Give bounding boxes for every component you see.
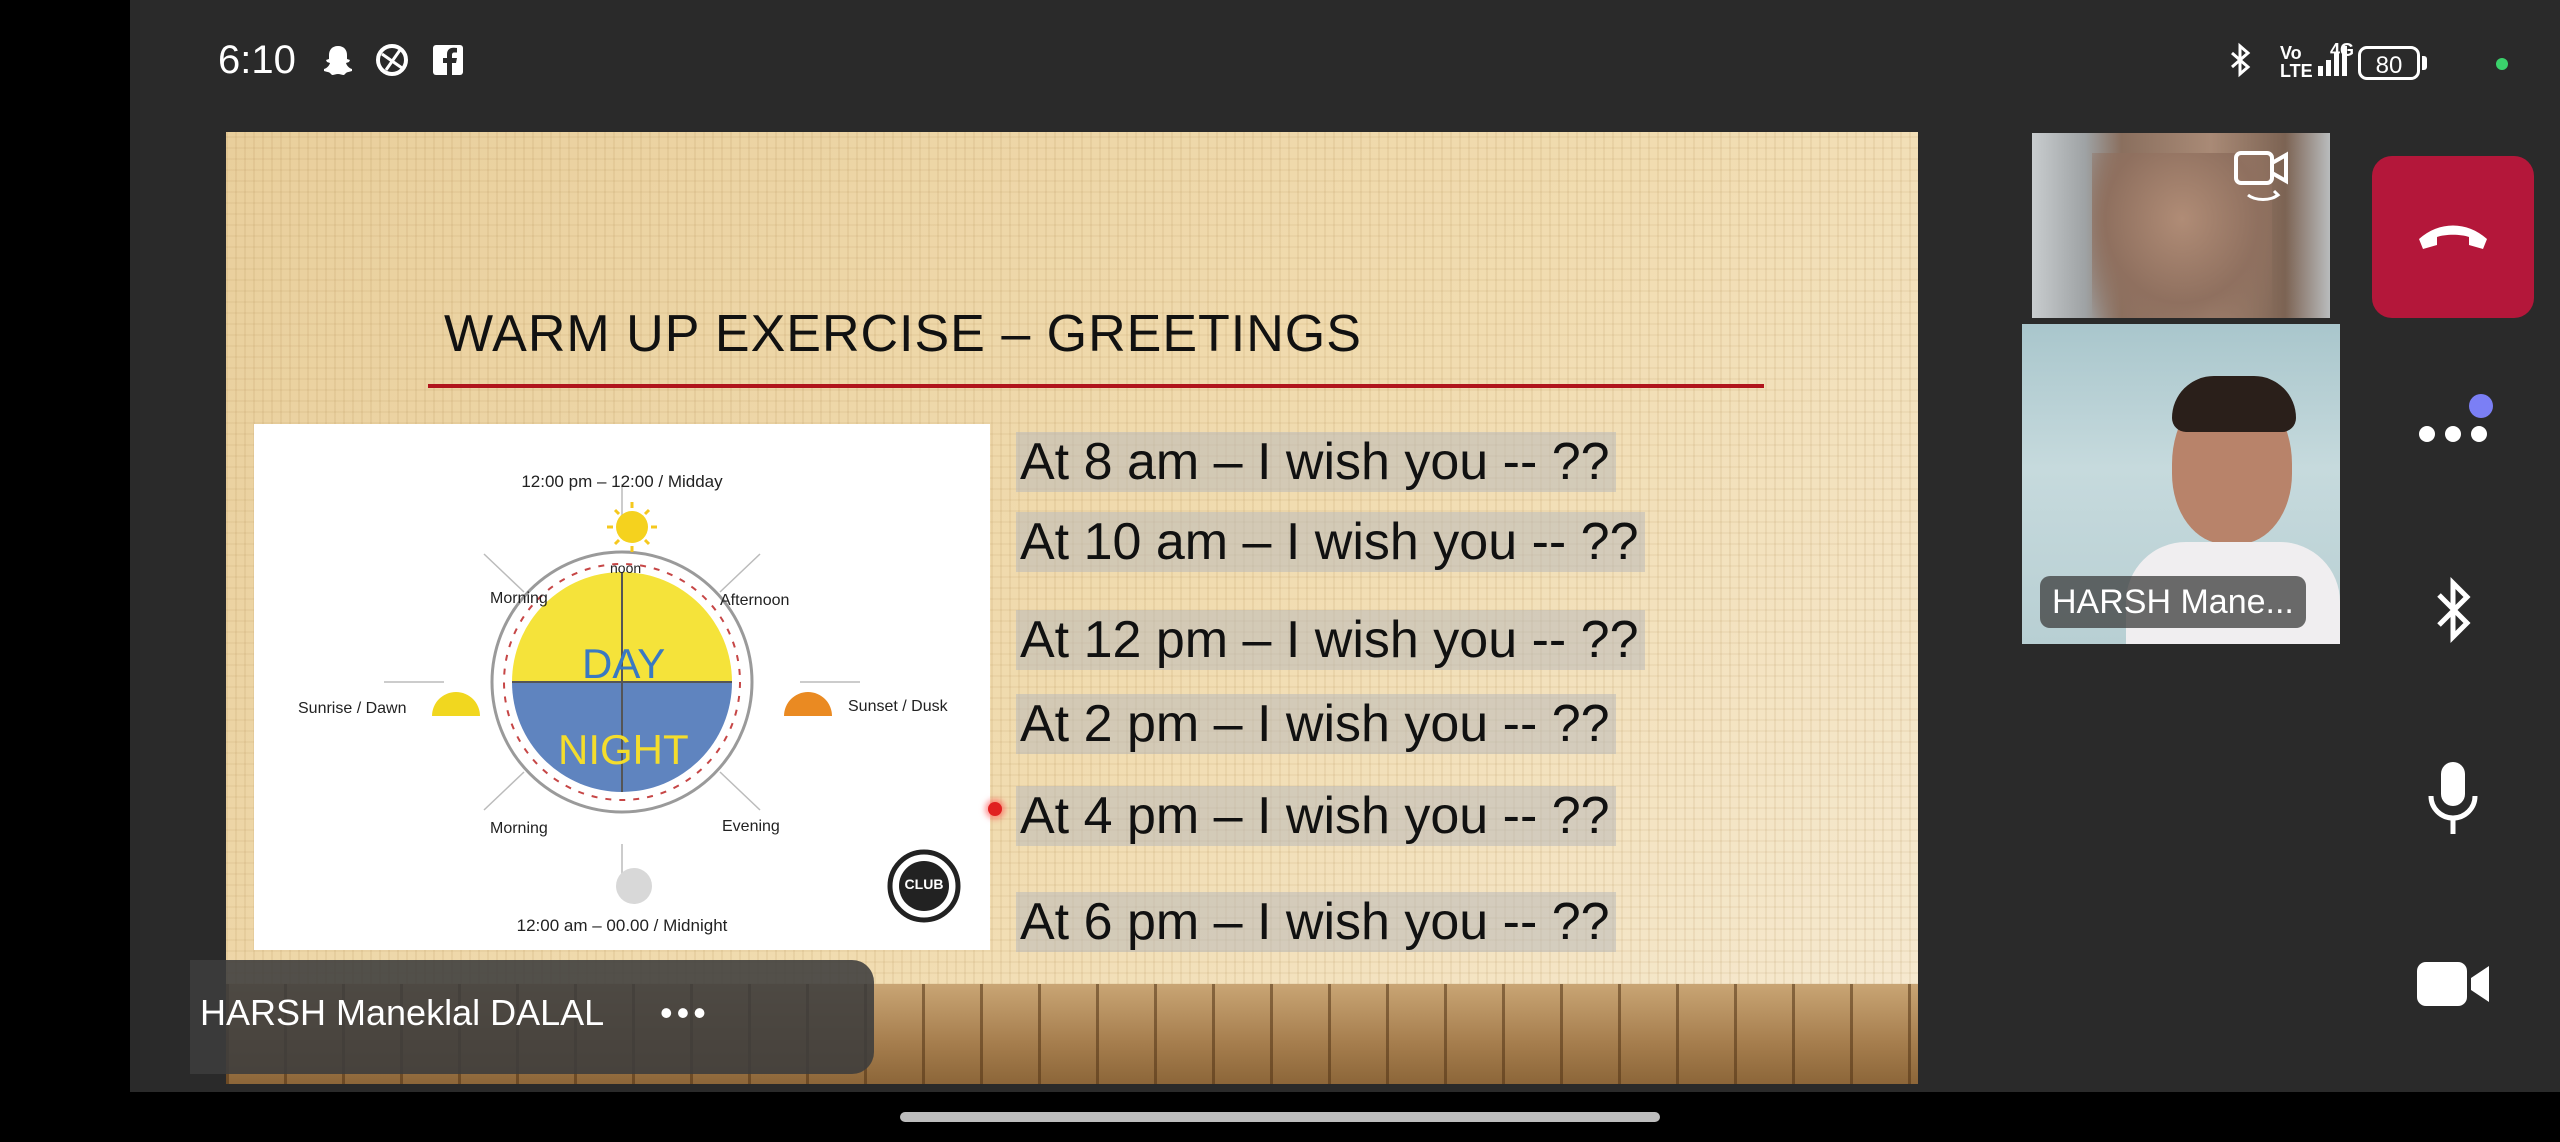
night-label: NIGHT [558,726,689,773]
volte-indicator: Vo LTE [2280,43,2313,81]
greeting-line: At 6 pm – I wish you -- ?? [1016,892,1616,952]
noon-label: noon [610,560,642,576]
battery-indicator: 80 [2358,46,2420,80]
call-controls [2348,132,2560,1092]
clock: 6:10 [218,38,296,82]
participant-hair [2172,376,2296,432]
vpn-icon [374,42,410,78]
slide-title: WARM UP EXERCISE – GREETINGS [444,305,1362,363]
shared-slide: WARM UP EXERCISE – GREETINGS 12:00 pm – … [226,132,1918,1084]
sunrise-label: Sunrise / Dawn [298,700,407,717]
end-call-button[interactable] [2372,156,2534,318]
morning-bottom-label: Morning [490,820,548,837]
more-button[interactable] [2372,364,2534,484]
snapchat-icon [320,42,356,78]
laser-pointer [988,802,1002,816]
bluetooth-audio-button[interactable] [2372,550,2534,670]
end-call-icon [2419,225,2487,249]
title-divider [428,384,1764,388]
participant-name: HARSH Mane... [2040,576,2306,628]
mic-button[interactable] [2372,738,2534,858]
video-icon [2417,962,2489,1006]
morning-top-label: Morning [490,590,548,607]
greeting-line: At 10 am – I wish you -- ?? [1016,512,1645,572]
greeting-line: At 12 pm – I wish you -- ?? [1016,610,1645,670]
bluetooth-icon [2437,576,2471,644]
presenter-more-button[interactable]: ••• [660,992,710,1034]
greeting-line: At 4 pm – I wish you -- ?? [1016,786,1616,846]
participant-tile[interactable]: HARSH Mane... [2022,324,2340,644]
privacy-dot [2496,58,2508,70]
mic-icon [2428,762,2478,834]
greeting-line: At 2 pm – I wish you -- ?? [1016,694,1616,754]
day-night-diagram: 12:00 pm – 12:00 / Midday 12:00 am – 00.… [254,424,990,950]
greeting-line: At 8 am – I wish you -- ?? [1016,432,1616,492]
day-label: DAY [582,640,666,687]
evening-label: Evening [722,818,780,835]
switch-camera-icon[interactable] [2228,141,2298,210]
sunset-label: Sunset / Dusk [848,698,948,715]
presenter-name: HARSH Maneklal DALAL [200,992,605,1033]
home-indicator[interactable] [900,1112,1660,1122]
status-bar: 6:10 Vo LTE 4G [130,0,2560,130]
more-icon [2419,394,2493,442]
club-logo: CLUB [904,876,944,892]
midday-label: 12:00 pm – 12:00 / Midday [521,472,723,491]
self-view-tile[interactable] [2032,133,2330,318]
bluetooth-icon [2222,42,2258,78]
meeting-app: 6:10 Vo LTE 4G 80 WARM UP EXERCISE – GRE… [130,0,2560,1092]
battery-tip [2422,56,2427,70]
afternoon-label: Afternoon [720,592,790,609]
signal-bars-icon [2356,44,2357,62]
midnight-label: 12:00 am – 00.00 / Midnight [516,916,728,935]
video-button[interactable] [2372,924,2534,1044]
cell-signal-icon [2316,42,2350,78]
facebook-icon [430,42,466,78]
